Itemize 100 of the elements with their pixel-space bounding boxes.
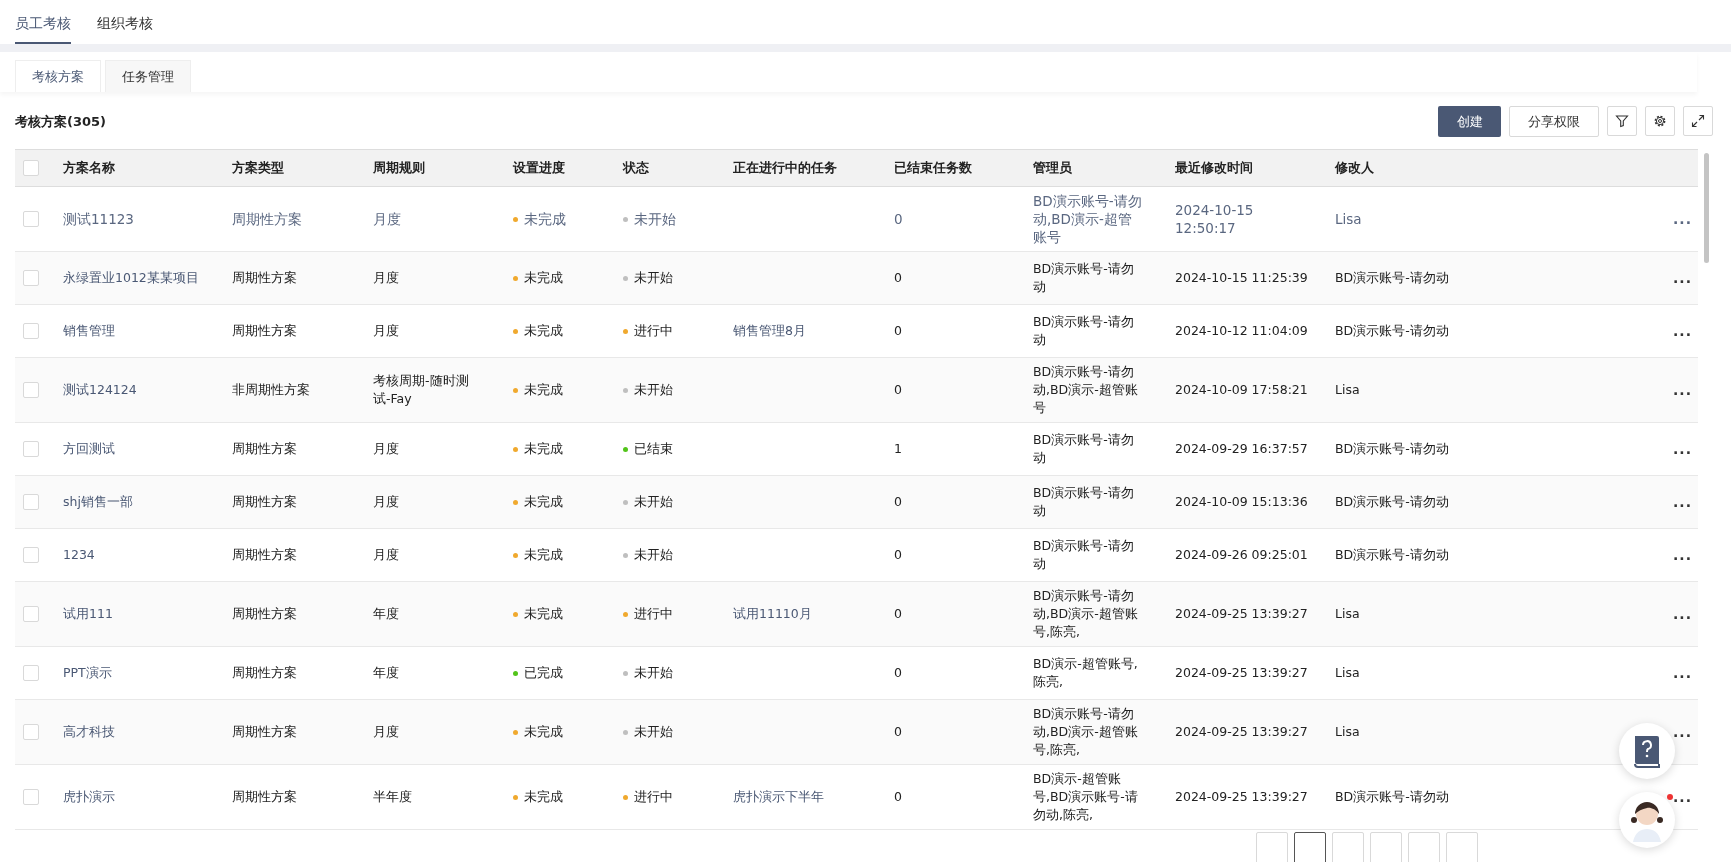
table-cell: Lisa bbox=[1335, 210, 1362, 228]
table-cell: 周期性方案 bbox=[232, 546, 297, 564]
table-cell: 年度 bbox=[373, 664, 399, 682]
table-cell: 未开始 bbox=[634, 381, 673, 399]
section-title: 考核方案(305) bbox=[15, 112, 107, 131]
plan-name-link[interactable]: 销售管理 bbox=[63, 322, 115, 340]
plan-name-link[interactable]: 试用111 bbox=[63, 605, 113, 623]
more-button[interactable]: ... bbox=[1673, 547, 1692, 563]
table-cell: BD演示账号-请勿动 bbox=[1335, 440, 1449, 458]
table-cell: 已结束 bbox=[634, 440, 673, 458]
table-cell: 未完成 bbox=[524, 493, 563, 511]
table-cell-text: BD演示账号-请勿动 bbox=[1033, 484, 1135, 520]
table-cell: 周期性方案 bbox=[232, 210, 302, 228]
table-cell: 0 bbox=[894, 493, 902, 511]
table-cell: 周期性方案 bbox=[232, 788, 297, 806]
table-cell: 2024-09-26 09:25:01 bbox=[1175, 546, 1308, 564]
tab[interactable]: 考核方案 bbox=[15, 60, 101, 92]
table-cell: 月度 bbox=[373, 546, 399, 564]
create-button[interactable]: 创建 bbox=[1438, 106, 1501, 137]
table-cell: 月度 bbox=[373, 440, 399, 458]
more-button[interactable]: ... bbox=[1673, 606, 1692, 622]
table-cell-text: BD演示账号-请勿动 bbox=[1033, 537, 1135, 573]
table-cell: 未完成 bbox=[524, 788, 563, 806]
table-cell: 2024-09-25 13:39:27 bbox=[1175, 664, 1308, 682]
plan-name-link[interactable]: shj销售一部 bbox=[63, 493, 133, 511]
table-cell: 周期性方案 bbox=[232, 322, 297, 340]
plan-name-link[interactable]: 方回测试 bbox=[63, 440, 115, 458]
table-cell-text: BD演示账号-请勿动 bbox=[1033, 431, 1135, 467]
table-cell: 2024-09-25 13:39:27 bbox=[1175, 723, 1308, 741]
more-button[interactable]: ... bbox=[1673, 270, 1692, 286]
plan-name-link[interactable]: 高才科技 bbox=[63, 723, 115, 741]
table-cell-text: BD演示-超管账号,BD演示账号-请勿动,陈亮, bbox=[1033, 770, 1139, 824]
table-cell: 周期性方案 bbox=[232, 664, 297, 682]
plan-name-link[interactable]: 测试124124 bbox=[63, 381, 137, 399]
column-header: 正在进行中的任务 bbox=[733, 159, 837, 177]
tab[interactable]: 组织考核 bbox=[97, 0, 153, 44]
table-cell-text: 考核周期-随时测试-Fay bbox=[373, 372, 470, 408]
table-cell: 未开始 bbox=[634, 546, 673, 564]
table-cell: 2024-10-12 11:04:09 bbox=[1175, 322, 1308, 340]
table-cell: 月度 bbox=[373, 269, 399, 287]
task-link[interactable]: 虎扑演示下半年 bbox=[733, 788, 824, 806]
table-cell: 已完成 bbox=[524, 664, 563, 682]
table-cell-text: BD演示账号-请勿动,BD演示-超管账号,陈亮, bbox=[1033, 587, 1139, 641]
plan-name-link[interactable]: 永绿置业1012某某项目 bbox=[63, 269, 199, 287]
table-cell: 月度 bbox=[373, 210, 401, 228]
plan-name-link[interactable]: 测试11123 bbox=[63, 210, 134, 228]
table-cell: 周期性方案 bbox=[232, 493, 297, 511]
table-cell: Lisa bbox=[1335, 723, 1360, 741]
table-cell: 月度 bbox=[373, 493, 399, 511]
more-button[interactable]: ... bbox=[1673, 323, 1692, 339]
more-button[interactable]: ... bbox=[1673, 724, 1692, 740]
column-header: 周期规则 bbox=[373, 159, 425, 177]
table-cell: 周期性方案 bbox=[232, 605, 297, 623]
table-cell-text: BD演示账号-请勿动 bbox=[1033, 260, 1135, 296]
table-cell: 未开始 bbox=[634, 664, 673, 682]
column-header: 修改人 bbox=[1335, 159, 1374, 177]
table-cell-text: BD演示账号-请勿动 bbox=[1033, 313, 1135, 349]
table-cell: BD演示账号-请勿动 bbox=[1335, 322, 1449, 340]
table-cell: BD演示账号-请勿动 bbox=[1335, 269, 1449, 287]
table-cell: 非周期性方案 bbox=[232, 381, 310, 399]
table-cell: 0 bbox=[894, 381, 902, 399]
table-cell: 未开始 bbox=[634, 210, 676, 228]
more-button[interactable]: ... bbox=[1673, 441, 1692, 457]
table-cell: 进行中 bbox=[634, 788, 673, 806]
table-cell: 进行中 bbox=[634, 605, 673, 623]
more-button[interactable]: ... bbox=[1673, 789, 1692, 805]
table-cell: 1 bbox=[894, 440, 902, 458]
plan-name-link[interactable]: 虎扑演示 bbox=[63, 788, 115, 806]
table-cell: 周期性方案 bbox=[232, 269, 297, 287]
table-cell: BD演示账号-请勿动 bbox=[1335, 493, 1449, 511]
table-cell-text: BD演示账号-请勿动,BD演示-超管账号,陈亮, bbox=[1033, 705, 1139, 759]
table-cell: 0 bbox=[894, 322, 902, 340]
column-header: 管理员 bbox=[1033, 159, 1072, 177]
column-header: 状态 bbox=[623, 159, 649, 177]
table-cell: 进行中 bbox=[634, 322, 673, 340]
more-button[interactable]: ... bbox=[1673, 211, 1692, 227]
task-link[interactable]: 试用11110月 bbox=[733, 605, 812, 623]
table-cell: BD演示账号-请勿动 bbox=[1335, 546, 1449, 564]
more-button[interactable]: ... bbox=[1673, 665, 1692, 681]
column-header: 最近修改时间 bbox=[1175, 159, 1253, 177]
table-cell: 2024-09-25 13:39:27 bbox=[1175, 605, 1308, 623]
more-button[interactable]: ... bbox=[1673, 494, 1692, 510]
more-button[interactable]: ... bbox=[1673, 382, 1692, 398]
column-header: 设置进度 bbox=[513, 159, 565, 177]
table-cell: 未开始 bbox=[634, 723, 673, 741]
table-cell: 未完成 bbox=[524, 605, 563, 623]
tab[interactable]: 任务管理 bbox=[105, 60, 191, 92]
table-cell: 半年度 bbox=[373, 788, 412, 806]
table-cell: Lisa bbox=[1335, 381, 1360, 399]
task-link[interactable]: 销售管理8月 bbox=[733, 322, 806, 340]
table-cell: 2024-09-25 13:39:27 bbox=[1175, 788, 1308, 806]
table-cell: 月度 bbox=[373, 723, 399, 741]
plan-name-link[interactable]: 1234 bbox=[63, 546, 95, 564]
table-cell: 0 bbox=[894, 664, 902, 682]
plan-name-link[interactable]: PPT演示 bbox=[63, 664, 112, 682]
table-cell: 未完成 bbox=[524, 381, 563, 399]
table-cell: 2024-09-29 16:37:57 bbox=[1175, 440, 1308, 458]
table-cell: 0 bbox=[894, 723, 902, 741]
share-permission-button[interactable]: 分享权限 bbox=[1509, 106, 1599, 137]
table-cell: 月度 bbox=[373, 322, 399, 340]
